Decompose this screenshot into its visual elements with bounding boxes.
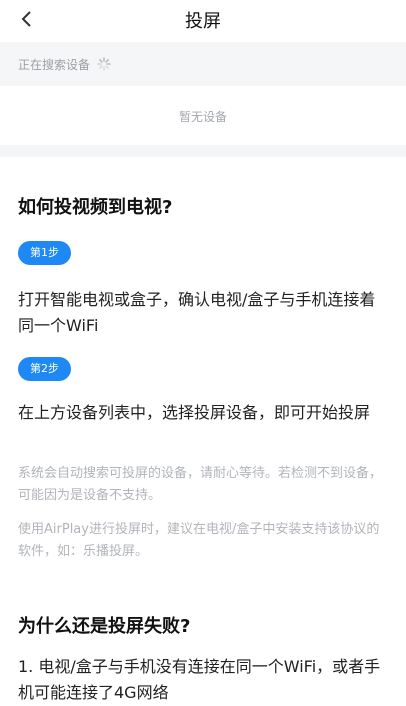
step-1-text: 打开智能电视或盒子，确认电视/盒子与手机连接着同一个WiFi <box>18 290 376 335</box>
section-divider <box>0 145 406 157</box>
loading-spinner-icon <box>97 57 111 71</box>
faq-item-1: 1. 电视/盒子与手机没有连接在同一个WiFi，或者手机可能连接了4G网络 <box>18 657 381 702</box>
searching-bar: 正在搜索设备 <box>0 42 406 86</box>
searching-status-text: 正在搜索设备 <box>18 58 91 72</box>
note-2: 使用AirPlay进行投屏时，建议在电视/盒子中安装支持该协议的软件，如：乐播投… <box>18 522 380 559</box>
step-2-text: 在上方设备列表中，选择投屏设备，即可开始投屏 <box>18 403 371 422</box>
top-bar: 投屏 <box>0 0 406 40</box>
step-1-badge: 第1步 <box>18 241 71 265</box>
step-2-badge: 第2步 <box>18 357 71 381</box>
note-1: 系统会自动搜索可投屏的设备，请耐心等待。若检测不到设备，可能因为是设备不支持。 <box>18 466 383 503</box>
device-list: 暂无设备 <box>0 86 406 145</box>
howto-title: 如何投视频到电视? <box>18 197 173 218</box>
page-title: 投屏 <box>185 11 221 32</box>
empty-devices-text: 暂无设备 <box>178 110 227 124</box>
faq-title: 为什么还是投屏失败? <box>18 616 191 637</box>
